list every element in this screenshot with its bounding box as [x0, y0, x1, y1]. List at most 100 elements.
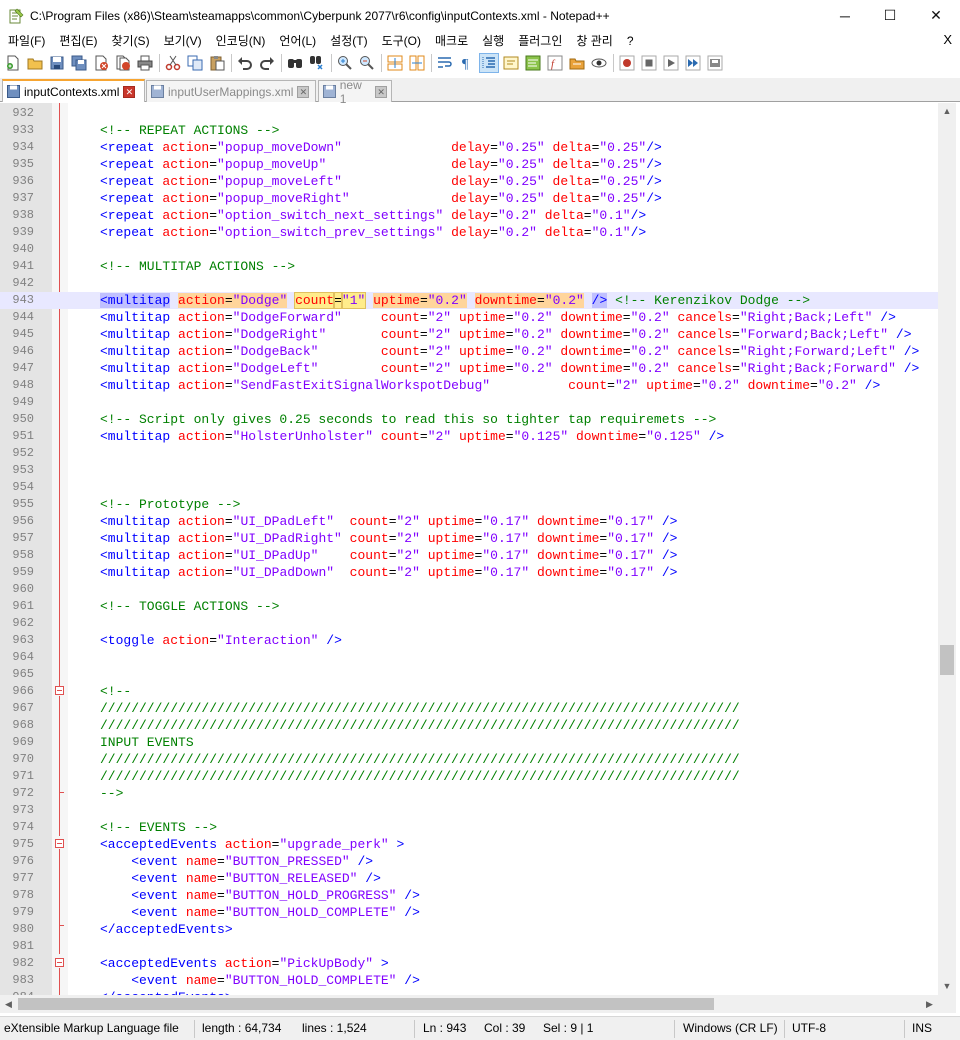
code-line[interactable]: 959 <multitap action="UI_DPadDown" count=… [0, 564, 938, 581]
code-line[interactable]: 979 <event name="BUTTON_HOLD_COMPLETE" /… [0, 904, 938, 921]
menu-settings[interactable]: 설정(T) [322, 32, 373, 49]
tab-new-1[interactable]: new 1 ✕ [318, 78, 392, 106]
code-line[interactable]: 960 [0, 581, 938, 598]
code-line[interactable]: 978 <event name="BUTTON_HOLD_PROGRESS" /… [0, 887, 938, 904]
tab-close-icon[interactable]: ✕ [123, 85, 136, 98]
redo-icon[interactable] [258, 54, 276, 72]
menu-macro[interactable]: 매크로 [427, 32, 474, 49]
code-line[interactable]: 983 <event name="BUTTON_HOLD_COMPLETE" /… [0, 972, 938, 989]
new-file-icon[interactable] [4, 54, 22, 72]
monitoring-icon[interactable] [590, 54, 608, 72]
code-line[interactable]: 938 <repeat action="option_switch_next_se… [0, 207, 938, 224]
stop-macro-icon[interactable] [640, 54, 658, 72]
tab-inputusermappings[interactable]: inputUserMappings.xml ✕ [146, 80, 316, 102]
code-line[interactable]: 939 <repeat action="option_switch_prev_se… [0, 224, 938, 241]
code-line[interactable]: 969 INPUT EVENTS [0, 734, 938, 751]
horizontal-scroll-thumb[interactable] [18, 998, 714, 1010]
tab-close-icon[interactable]: ✕ [297, 85, 310, 98]
tab-inputcontexts[interactable]: inputContexts.xml ✕ [2, 79, 145, 102]
code-line[interactable]: 934 <repeat action="popup_moveDown" delay… [0, 139, 938, 156]
zoom-in-icon[interactable] [336, 54, 354, 72]
menu-help[interactable]: ? [619, 34, 640, 48]
code-line[interactable]: 980 </acceptedEvents> [0, 921, 938, 938]
code-line[interactable]: 942 [0, 275, 938, 292]
code-line[interactable]: 948 <multitap action="SendFastExitSignalW… [0, 377, 938, 394]
code-line[interactable]: 951 <multitap action="HolsterUnholster" c… [0, 428, 938, 445]
cut-icon[interactable] [164, 54, 182, 72]
sync-horizontal-icon[interactable] [408, 54, 426, 72]
scroll-right-icon[interactable]: ▶ [921, 995, 938, 1013]
paste-icon[interactable] [208, 54, 226, 72]
scroll-left-icon[interactable]: ◀ [0, 995, 17, 1013]
code-line[interactable]: 955 <!-- Prototype --> [0, 496, 938, 513]
code-line[interactable]: 936 <repeat action="popup_moveLeft" delay… [0, 173, 938, 190]
zoom-out-icon[interactable] [358, 54, 376, 72]
code-line[interactable]: 943 <multitap action="Dodge" count="1" up… [0, 292, 938, 309]
menu-tools[interactable]: 도구(O) [374, 32, 427, 49]
code-line[interactable]: 966 <!-- [0, 683, 938, 700]
menu-encoding[interactable]: 인코딩(N) [208, 32, 272, 49]
open-file-icon[interactable] [26, 54, 44, 72]
code-line[interactable]: 977 <event name="BUTTON_RELEASED" /> [0, 870, 938, 887]
record-macro-icon[interactable] [618, 54, 636, 72]
save-icon[interactable] [48, 54, 66, 72]
code-line[interactable]: 941 <!-- MULTITAP ACTIONS --> [0, 258, 938, 275]
code-line[interactable]: 957 <multitap action="UI_DPadRight" count… [0, 530, 938, 547]
undo-icon[interactable] [236, 54, 254, 72]
code-line[interactable]: 963 <toggle action="Interaction" /> [0, 632, 938, 649]
code-line[interactable]: 975 <acceptedEvents action="upgrade_perk"… [0, 836, 938, 853]
code-line[interactable]: 952 [0, 445, 938, 462]
code-line[interactable]: 945 <multitap action="DodgeRight" count="… [0, 326, 938, 343]
menu-edit[interactable]: 편집(E) [51, 32, 103, 49]
code-line[interactable]: 958 <multitap action="UI_DPadUp" count="2… [0, 547, 938, 564]
code-line[interactable]: 935 <repeat action="popup_moveUp" delay="… [0, 156, 938, 173]
code-line[interactable]: 947 <multitap action="DodgeLeft" count="2… [0, 360, 938, 377]
indent-guide-icon[interactable] [479, 53, 499, 73]
maximize-button[interactable]: ☐ [867, 0, 913, 31]
code-line[interactable]: 950 <!-- Script only gives 0.25 seconds t… [0, 411, 938, 428]
copy-icon[interactable] [186, 54, 204, 72]
print-icon[interactable] [136, 54, 154, 72]
vertical-scroll-thumb[interactable] [940, 645, 954, 675]
code-line[interactable]: 972 --> [0, 785, 938, 802]
code-line[interactable]: 973 [0, 802, 938, 819]
title-bar[interactable]: C:\Program Files (x86)\Steam\steamapps\c… [0, 0, 960, 31]
code-line[interactable]: 949 [0, 394, 938, 411]
replace-icon[interactable] [308, 54, 326, 72]
function-list-icon[interactable]: f [546, 54, 564, 72]
code-line[interactable]: 937 <repeat action="popup_moveRight" dela… [0, 190, 938, 207]
code-line[interactable]: 954 [0, 479, 938, 496]
sync-vertical-icon[interactable] [386, 54, 404, 72]
horizontal-scrollbar[interactable]: ◀ ▶ [0, 995, 938, 1013]
code-line[interactable]: 970 /////////////////////////////////////… [0, 751, 938, 768]
menu-file[interactable]: 파일(F) [0, 32, 51, 49]
code-editor[interactable]: 932 933 <!-- REPEAT ACTIONS --> 934 <repeat … [0, 103, 938, 995]
find-icon[interactable] [286, 54, 304, 72]
code-line[interactable]: 956 <multitap action="UI_DPadLeft" count=… [0, 513, 938, 530]
menu-search[interactable]: 찾기(S) [103, 32, 155, 49]
run-macro-multiple-icon[interactable] [684, 54, 702, 72]
code-line[interactable]: 944 <multitap action="DodgeForward" count… [0, 309, 938, 326]
play-macro-icon[interactable] [662, 54, 680, 72]
code-line[interactable]: 967 /////////////////////////////////////… [0, 700, 938, 717]
scroll-up-icon[interactable]: ▲ [938, 103, 956, 120]
menu-plugins[interactable]: 플러그인 [510, 32, 568, 49]
code-line[interactable]: 982 <acceptedEvents action="PickUpBody" > [0, 955, 938, 972]
save-all-icon[interactable] [70, 54, 88, 72]
menu-window[interactable]: 창 관리 [568, 32, 618, 49]
close-icon[interactable] [92, 54, 110, 72]
close-document-button[interactable]: X [943, 32, 952, 47]
code-line[interactable]: 961 <!-- TOGGLE ACTIONS --> [0, 598, 938, 615]
code-line[interactable]: 962 [0, 615, 938, 632]
close-window-button[interactable]: ✕ [913, 0, 959, 31]
code-line[interactable]: 976 <event name="BUTTON_PRESSED" /> [0, 853, 938, 870]
word-wrap-icon[interactable] [436, 54, 454, 72]
code-line[interactable]: 946 <multitap action="DodgeBack" count="2… [0, 343, 938, 360]
code-line[interactable]: 933 <!-- REPEAT ACTIONS --> [0, 122, 938, 139]
doc-map-icon[interactable] [524, 54, 542, 72]
scroll-down-icon[interactable]: ▼ [938, 978, 956, 995]
code-line[interactable]: 932 [0, 105, 938, 122]
menu-language[interactable]: 언어(L) [271, 32, 322, 49]
code-line[interactable]: 964 [0, 649, 938, 666]
tab-close-icon[interactable]: ✕ [375, 85, 387, 98]
